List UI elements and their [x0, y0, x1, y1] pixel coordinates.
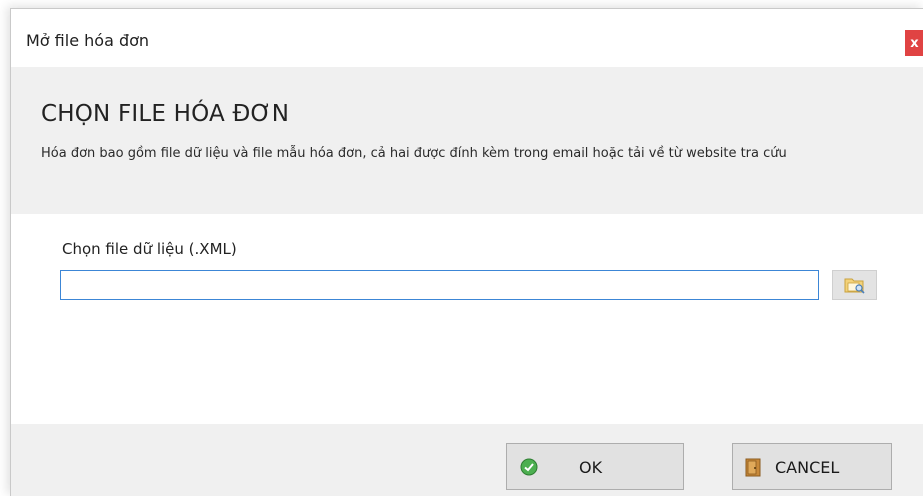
data-file-label: Chọn file dữ liệu (.XML): [62, 240, 237, 258]
dialog-window: Mở file hóa đơn x CHỌN FILE HÓA ĐƠN Hóa …: [10, 8, 923, 496]
cancel-button-label: CANCEL: [775, 458, 840, 477]
close-icon: x: [910, 35, 919, 51]
ok-button-label: OK: [579, 458, 603, 477]
header-panel: CHỌN FILE HÓA ĐƠN Hóa đơn bao gồm file d…: [11, 67, 923, 214]
window-title: Mở file hóa đơn: [26, 31, 150, 50]
check-circle-icon: [520, 458, 538, 476]
data-file-input[interactable]: [60, 270, 819, 300]
header-description: Hóa đơn bao gồm file dữ liệu và file mẫu…: [41, 146, 787, 161]
close-button[interactable]: x: [905, 30, 923, 56]
cancel-button[interactable]: CANCEL: [732, 443, 892, 490]
form-panel: Chọn file dữ liệu (.XML): [11, 214, 923, 424]
page-title: CHỌN FILE HÓA ĐƠN: [41, 101, 290, 127]
door-exit-icon: [745, 458, 761, 477]
browse-button[interactable]: [832, 270, 877, 300]
folder-browse-icon: [844, 278, 865, 294]
title-bar: Mở file hóa đơn x: [11, 9, 923, 67]
ok-button[interactable]: OK: [506, 443, 684, 490]
footer-bar: OK CANCEL: [11, 424, 923, 496]
